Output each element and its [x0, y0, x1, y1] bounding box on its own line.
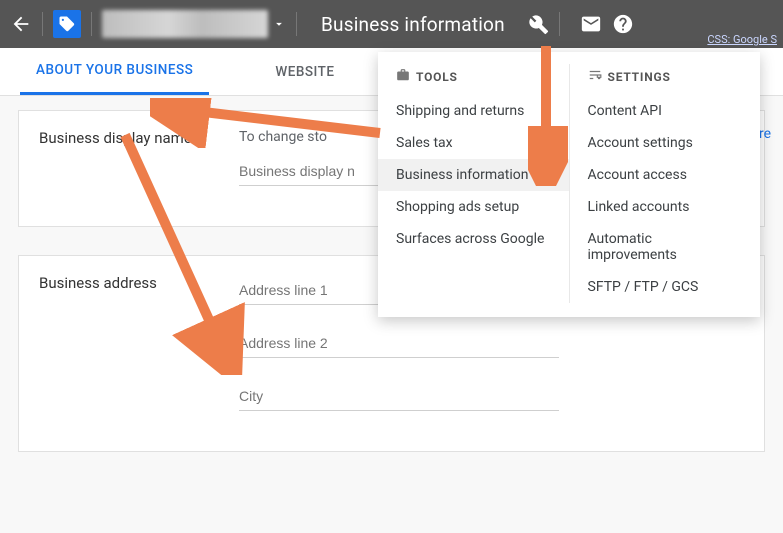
account-caret-down-icon[interactable] [272, 17, 286, 31]
settings-heading: SETTINGS [570, 64, 761, 95]
address-line2-input[interactable] [239, 327, 559, 358]
tools-heading: TOOLS [378, 64, 569, 95]
toolbox-icon [396, 68, 410, 85]
menu-item-business-information[interactable]: Business information [378, 159, 569, 191]
separator [296, 12, 297, 36]
tab-about-your-business[interactable]: ABOUT YOUR BUSINESS [20, 48, 209, 95]
css-partner-link[interactable]: CSS: Google S [707, 33, 777, 46]
menu-item-shopping-ads[interactable]: Shopping ads setup [378, 191, 569, 223]
mail-icon[interactable] [580, 13, 602, 35]
separator [91, 12, 92, 36]
address-label: Business address [39, 274, 239, 411]
settings-heading-text: SETTINGS [608, 70, 671, 84]
separator [559, 12, 560, 36]
merchant-tag-icon[interactable] [53, 10, 81, 38]
menu-col-settings: SETTINGS Content API Account settings Ac… [569, 64, 761, 303]
menu-item-sftp[interactable]: SFTP / FTP / GCS [570, 271, 761, 303]
sliders-icon [588, 68, 602, 85]
display-name-label: Business display name [39, 129, 239, 208]
page-title: Business information [321, 13, 505, 36]
tools-settings-menu: TOOLS Shipping and returns Sales tax Bus… [378, 52, 760, 317]
app-header: Business information CSS: Google S [0, 0, 783, 48]
menu-item-content-api[interactable]: Content API [570, 95, 761, 127]
menu-item-surfaces[interactable]: Surfaces across Google [378, 223, 569, 255]
account-name-obscured[interactable] [102, 10, 268, 38]
menu-item-account-access[interactable]: Account access [570, 159, 761, 191]
tools-heading-text: TOOLS [416, 70, 458, 84]
menu-item-shipping[interactable]: Shipping and returns [378, 95, 569, 127]
city-input[interactable] [239, 380, 559, 411]
help-icon[interactable] [612, 13, 634, 35]
menu-col-tools: TOOLS Shipping and returns Sales tax Bus… [378, 64, 569, 303]
tab-website[interactable]: WEBSITE [259, 48, 350, 95]
separator [42, 12, 43, 36]
menu-item-account-settings[interactable]: Account settings [570, 127, 761, 159]
back-arrow-icon[interactable] [10, 13, 32, 35]
menu-item-sales-tax[interactable]: Sales tax [378, 127, 569, 159]
menu-item-automatic-improvements[interactable]: Automatic improvements [570, 223, 761, 271]
menu-item-linked-accounts[interactable]: Linked accounts [570, 191, 761, 223]
wrench-icon[interactable] [527, 13, 549, 35]
